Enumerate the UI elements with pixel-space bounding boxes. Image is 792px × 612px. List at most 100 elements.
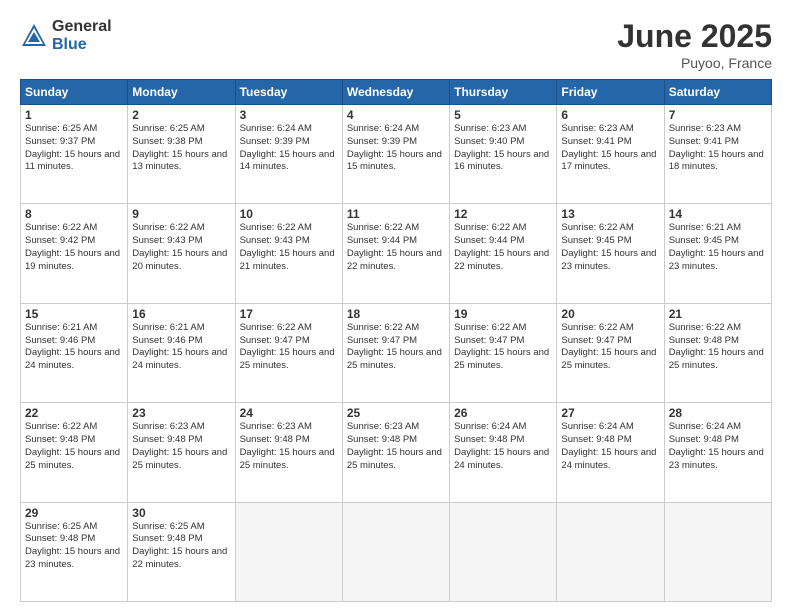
day-info: Sunrise: 6:25 AM Sunset: 9:37 PM Dayligh…	[25, 123, 123, 174]
day-number: 8	[25, 207, 123, 221]
day-number: 23	[132, 406, 230, 420]
day-number: 5	[454, 108, 552, 122]
day-number: 14	[669, 207, 767, 221]
table-row: 26 Sunrise: 6:24 AM Sunset: 9:48 PM Dayl…	[450, 403, 557, 502]
day-number: 20	[561, 307, 659, 321]
day-info: Sunrise: 6:23 AM Sunset: 9:48 PM Dayligh…	[240, 421, 338, 472]
table-row: 18 Sunrise: 6:22 AM Sunset: 9:47 PM Dayl…	[342, 303, 449, 402]
day-info: Sunrise: 6:24 AM Sunset: 9:48 PM Dayligh…	[669, 421, 767, 472]
day-info: Sunrise: 6:22 AM Sunset: 9:47 PM Dayligh…	[347, 322, 445, 373]
day-info: Sunrise: 6:24 AM Sunset: 9:39 PM Dayligh…	[240, 123, 338, 174]
table-row: 25 Sunrise: 6:23 AM Sunset: 9:48 PM Dayl…	[342, 403, 449, 502]
table-row: 22 Sunrise: 6:22 AM Sunset: 9:48 PM Dayl…	[21, 403, 128, 502]
day-info: Sunrise: 6:23 AM Sunset: 9:48 PM Dayligh…	[132, 421, 230, 472]
table-row: 9 Sunrise: 6:22 AM Sunset: 9:43 PM Dayli…	[128, 204, 235, 303]
day-number: 7	[669, 108, 767, 122]
table-row: 16 Sunrise: 6:21 AM Sunset: 9:46 PM Dayl…	[128, 303, 235, 402]
day-info: Sunrise: 6:25 AM Sunset: 9:38 PM Dayligh…	[132, 123, 230, 174]
day-info: Sunrise: 6:22 AM Sunset: 9:44 PM Dayligh…	[347, 222, 445, 273]
day-number: 6	[561, 108, 659, 122]
table-row: 10 Sunrise: 6:22 AM Sunset: 9:43 PM Dayl…	[235, 204, 342, 303]
table-row: 6 Sunrise: 6:23 AM Sunset: 9:41 PM Dayli…	[557, 105, 664, 204]
col-saturday: Saturday	[664, 80, 771, 105]
day-number: 1	[25, 108, 123, 122]
calendar-table: Sunday Monday Tuesday Wednesday Thursday…	[20, 79, 772, 602]
logo-general: General	[52, 18, 112, 36]
day-number: 11	[347, 207, 445, 221]
header: General Blue June 2025 Puyoo, France	[20, 18, 772, 71]
table-row: 29 Sunrise: 6:25 AM Sunset: 9:48 PM Dayl…	[21, 502, 128, 601]
table-row: 3 Sunrise: 6:24 AM Sunset: 9:39 PM Dayli…	[235, 105, 342, 204]
day-number: 21	[669, 307, 767, 321]
day-info: Sunrise: 6:22 AM Sunset: 9:43 PM Dayligh…	[240, 222, 338, 273]
day-number: 18	[347, 307, 445, 321]
day-info: Sunrise: 6:21 AM Sunset: 9:46 PM Dayligh…	[25, 322, 123, 373]
day-number: 28	[669, 406, 767, 420]
day-info: Sunrise: 6:24 AM Sunset: 9:48 PM Dayligh…	[561, 421, 659, 472]
day-info: Sunrise: 6:22 AM Sunset: 9:47 PM Dayligh…	[240, 322, 338, 373]
day-number: 15	[25, 307, 123, 321]
day-info: Sunrise: 6:22 AM Sunset: 9:47 PM Dayligh…	[561, 322, 659, 373]
calendar-week-row: 22 Sunrise: 6:22 AM Sunset: 9:48 PM Dayl…	[21, 403, 772, 502]
table-row: 7 Sunrise: 6:23 AM Sunset: 9:41 PM Dayli…	[664, 105, 771, 204]
day-info: Sunrise: 6:23 AM Sunset: 9:40 PM Dayligh…	[454, 123, 552, 174]
day-number: 24	[240, 406, 338, 420]
calendar-week-row: 29 Sunrise: 6:25 AM Sunset: 9:48 PM Dayl…	[21, 502, 772, 601]
table-row: 20 Sunrise: 6:22 AM Sunset: 9:47 PM Dayl…	[557, 303, 664, 402]
title-block: June 2025 Puyoo, France	[617, 18, 772, 71]
logo-blue: Blue	[52, 36, 112, 54]
col-sunday: Sunday	[21, 80, 128, 105]
table-row: 1 Sunrise: 6:25 AM Sunset: 9:37 PM Dayli…	[21, 105, 128, 204]
col-monday: Monday	[128, 80, 235, 105]
day-number: 10	[240, 207, 338, 221]
day-info: Sunrise: 6:23 AM Sunset: 9:48 PM Dayligh…	[347, 421, 445, 472]
day-info: Sunrise: 6:22 AM Sunset: 9:42 PM Dayligh…	[25, 222, 123, 273]
table-row: 23 Sunrise: 6:23 AM Sunset: 9:48 PM Dayl…	[128, 403, 235, 502]
table-row: 5 Sunrise: 6:23 AM Sunset: 9:40 PM Dayli…	[450, 105, 557, 204]
logo: General Blue	[20, 18, 112, 53]
day-info: Sunrise: 6:21 AM Sunset: 9:46 PM Dayligh…	[132, 322, 230, 373]
empty-cell	[235, 502, 342, 601]
empty-cell	[557, 502, 664, 601]
day-number: 26	[454, 406, 552, 420]
table-row: 21 Sunrise: 6:22 AM Sunset: 9:48 PM Dayl…	[664, 303, 771, 402]
day-info: Sunrise: 6:22 AM Sunset: 9:47 PM Dayligh…	[454, 322, 552, 373]
day-info: Sunrise: 6:23 AM Sunset: 9:41 PM Dayligh…	[561, 123, 659, 174]
table-row: 11 Sunrise: 6:22 AM Sunset: 9:44 PM Dayl…	[342, 204, 449, 303]
empty-cell	[450, 502, 557, 601]
day-info: Sunrise: 6:24 AM Sunset: 9:48 PM Dayligh…	[454, 421, 552, 472]
table-row: 30 Sunrise: 6:25 AM Sunset: 9:48 PM Dayl…	[128, 502, 235, 601]
table-row: 28 Sunrise: 6:24 AM Sunset: 9:48 PM Dayl…	[664, 403, 771, 502]
table-row: 4 Sunrise: 6:24 AM Sunset: 9:39 PM Dayli…	[342, 105, 449, 204]
table-row: 12 Sunrise: 6:22 AM Sunset: 9:44 PM Dayl…	[450, 204, 557, 303]
day-number: 16	[132, 307, 230, 321]
day-info: Sunrise: 6:22 AM Sunset: 9:43 PM Dayligh…	[132, 222, 230, 273]
day-number: 29	[25, 506, 123, 520]
table-row: 13 Sunrise: 6:22 AM Sunset: 9:45 PM Dayl…	[557, 204, 664, 303]
day-number: 12	[454, 207, 552, 221]
month-title: June 2025	[617, 18, 772, 55]
day-number: 9	[132, 207, 230, 221]
col-friday: Friday	[557, 80, 664, 105]
day-number: 27	[561, 406, 659, 420]
day-info: Sunrise: 6:25 AM Sunset: 9:48 PM Dayligh…	[132, 521, 230, 572]
day-info: Sunrise: 6:25 AM Sunset: 9:48 PM Dayligh…	[25, 521, 123, 572]
logo-text: General Blue	[52, 18, 112, 53]
day-number: 30	[132, 506, 230, 520]
day-info: Sunrise: 6:21 AM Sunset: 9:45 PM Dayligh…	[669, 222, 767, 273]
table-row: 15 Sunrise: 6:21 AM Sunset: 9:46 PM Dayl…	[21, 303, 128, 402]
calendar-header-row: Sunday Monday Tuesday Wednesday Thursday…	[21, 80, 772, 105]
table-row: 27 Sunrise: 6:24 AM Sunset: 9:48 PM Dayl…	[557, 403, 664, 502]
day-info: Sunrise: 6:23 AM Sunset: 9:41 PM Dayligh…	[669, 123, 767, 174]
day-number: 4	[347, 108, 445, 122]
table-row: 17 Sunrise: 6:22 AM Sunset: 9:47 PM Dayl…	[235, 303, 342, 402]
day-number: 22	[25, 406, 123, 420]
col-wednesday: Wednesday	[342, 80, 449, 105]
day-number: 3	[240, 108, 338, 122]
table-row: 24 Sunrise: 6:23 AM Sunset: 9:48 PM Dayl…	[235, 403, 342, 502]
day-number: 25	[347, 406, 445, 420]
calendar-week-row: 15 Sunrise: 6:21 AM Sunset: 9:46 PM Dayl…	[21, 303, 772, 402]
day-info: Sunrise: 6:24 AM Sunset: 9:39 PM Dayligh…	[347, 123, 445, 174]
table-row: 2 Sunrise: 6:25 AM Sunset: 9:38 PM Dayli…	[128, 105, 235, 204]
logo-icon	[20, 22, 48, 50]
